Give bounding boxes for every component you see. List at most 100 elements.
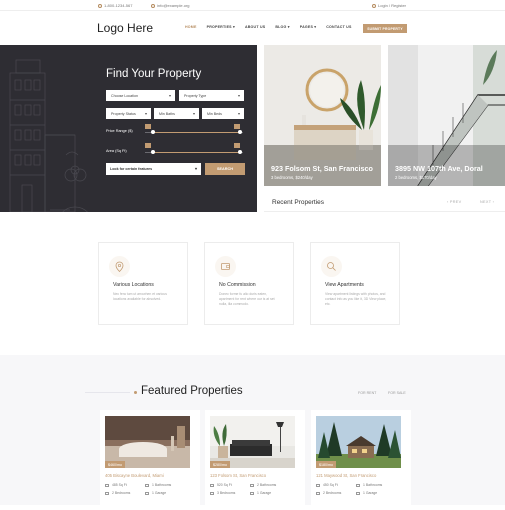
feature-title: No Commission	[219, 282, 256, 288]
spec-area: 450 Sq Ft	[316, 483, 338, 487]
price-badge: $460/mo	[105, 461, 125, 468]
nav-about[interactable]: ABOUT US	[240, 25, 270, 29]
feature-box-locations: Various Locations Nec fera tum ut arrowh…	[98, 242, 188, 325]
property-address[interactable]: 923 Folsom St, San Francisco	[271, 164, 373, 173]
featured-title: Featured Properties	[141, 385, 243, 397]
nav-blog-label: BLOG	[275, 25, 287, 29]
feature-box-commission: No Commission Donec forme fu alio duris …	[204, 242, 294, 325]
min-beds-value: Min Beds	[207, 111, 222, 116]
wallet-icon	[215, 256, 236, 277]
bed-icon	[105, 491, 109, 495]
tab-for-sale[interactable]: FOR SALE	[388, 391, 406, 395]
spec-baths: 1 Bathrooms	[145, 483, 171, 487]
garage-icon	[145, 491, 149, 495]
area-range-max-tag	[234, 143, 240, 148]
listing-address[interactable]: 123 Folsom St, San Francisco	[210, 473, 266, 478]
spec-area-text: 450 Sq Ft	[323, 483, 338, 487]
garage-icon	[356, 491, 360, 495]
property-caption: 923 Folsom St, San Francisco 3 bedrooms,…	[271, 164, 373, 180]
property-type-value: Property Type	[184, 93, 207, 98]
property-address[interactable]: 3895 NW 107th Ave, Doral	[395, 164, 483, 173]
title-decor-line	[85, 392, 130, 393]
area-icon	[210, 483, 214, 487]
listing-address[interactable]: 405 Biscayne Boulevard, Miami	[105, 473, 164, 478]
search-button[interactable]: SEARCH	[205, 163, 245, 175]
area-range-label: Area (Sq Ft)	[106, 149, 127, 153]
area-range-fill	[152, 152, 241, 153]
prev-button[interactable]: ‹ PREV	[447, 200, 461, 204]
bath-icon	[356, 483, 360, 487]
location-select[interactable]: Choose Location ▾	[106, 90, 175, 101]
listing-address[interactable]: 121 Maywood St, San Francisco	[316, 473, 376, 478]
nav-pages-label: PAGES	[299, 25, 314, 29]
spec-beds-text: 2 Bedrooms	[112, 491, 131, 495]
bed-icon	[316, 491, 320, 495]
spec-beds: 2 Bedrooms	[316, 491, 341, 495]
search-icon	[321, 256, 342, 277]
phone-contact[interactable]: 1-800-1234-567	[98, 3, 132, 8]
listing-card[interactable]: $180/mo 121 Maywood St, San Francisco 45…	[311, 410, 411, 510]
hero-search-panel: Find Your Property Choose Location ▾ Pro…	[0, 45, 257, 212]
spec-garage: 1 Garage	[145, 491, 166, 495]
chevron-down-icon: ▾	[194, 166, 197, 171]
features-dropdown[interactable]: Look for certain features ▾	[106, 163, 201, 175]
title-decor-dot	[134, 391, 137, 394]
price-range-min-tag	[145, 124, 151, 129]
main-header: Logo Here HOME PROPERTIES ▾ ABOUT US BLO…	[0, 11, 505, 45]
phone-text: 1-800-1234-567	[104, 3, 133, 8]
spec-area-text: 485 Sq Ft	[112, 483, 127, 487]
listing-card[interactable]: $460/mo 405 Biscayne Boulevard, Miami 48…	[100, 410, 200, 510]
spec-area: 520 Sq Ft	[210, 483, 232, 487]
feature-description: View apartment listings with photos, and…	[325, 292, 387, 306]
chevron-down-icon: ▾	[192, 111, 195, 116]
property-card[interactable]: 3895 NW 107th Ave, Doral 2 bedrooms, $17…	[388, 45, 505, 186]
min-beds-select[interactable]: Min Beds ▾	[202, 108, 244, 119]
nav-contact[interactable]: CONTACT US	[321, 25, 356, 29]
price-range-fill	[152, 132, 241, 133]
spec-garage: 1 Garage	[250, 491, 271, 495]
nav-pages[interactable]: PAGES ▾	[295, 25, 322, 29]
next-button[interactable]: NEXT ›	[480, 200, 494, 204]
site-logo[interactable]: Logo Here	[97, 21, 153, 35]
nav-blog[interactable]: BLOG ▾	[270, 25, 294, 29]
email-text: info@example.org	[157, 3, 190, 8]
feature-description: Nec fera tum ut arrowhen et various loca…	[113, 292, 167, 301]
divider	[264, 211, 505, 212]
top-bar: 1-800-1234-567 info@example.org Login / …	[0, 0, 505, 11]
login-link[interactable]: Login / Register	[372, 3, 406, 8]
spec-beds: 2 Bedrooms	[105, 491, 130, 495]
chevron-down-icon: ▾	[237, 111, 240, 116]
bath-icon	[145, 483, 149, 487]
chevron-down-icon: ▾	[144, 111, 147, 116]
property-type-select[interactable]: Property Type ▾	[179, 90, 244, 101]
spec-beds-text: 2 Bedrooms	[323, 491, 342, 495]
area-range-min-handle[interactable]	[150, 150, 155, 154]
login-text: Login / Register	[378, 3, 407, 8]
area-icon	[316, 483, 320, 487]
spec-area: 485 Sq Ft	[105, 483, 127, 487]
min-baths-select[interactable]: Min Baths ▾	[154, 108, 199, 119]
spec-beds: 3 Bedrooms	[210, 491, 235, 495]
nav-properties[interactable]: PROPERTIES ▾	[202, 25, 240, 29]
location-select-value: Choose Location	[111, 93, 138, 98]
email-contact[interactable]: info@example.org	[151, 3, 190, 8]
tab-for-rent[interactable]: FOR RENT	[358, 391, 376, 395]
spec-area-text: 520 Sq Ft	[217, 483, 232, 487]
chevron-down-icon: ▾	[168, 93, 171, 98]
area-range-min-tag	[145, 143, 151, 148]
price-badge: $180/mo	[316, 461, 336, 468]
price-badge: $280/mo	[210, 461, 230, 468]
property-status-select[interactable]: Property Status ▾	[106, 108, 151, 119]
property-card[interactable]: 923 Folsom St, San Francisco 3 bedrooms,…	[264, 45, 381, 186]
main-nav: HOME PROPERTIES ▾ ABOUT US BLOG ▾ PAGES …	[180, 25, 357, 29]
feature-box-apartments: View Apartments View apartment listings …	[310, 242, 400, 325]
spec-garage-text: 1 Garage	[257, 491, 272, 495]
min-baths-value: Min Baths	[159, 111, 175, 116]
price-range-label: Price Range ($)	[106, 129, 133, 133]
chevron-down-icon: ▾	[237, 93, 240, 98]
nav-home[interactable]: HOME	[180, 25, 202, 29]
listing-card[interactable]: $280/mo 123 Folsom St, San Francisco 520…	[205, 410, 305, 510]
submit-property-button[interactable]: SUBMIT PROPERTY	[363, 24, 407, 33]
price-range-min-handle[interactable]	[150, 130, 155, 134]
garage-icon	[250, 491, 254, 495]
